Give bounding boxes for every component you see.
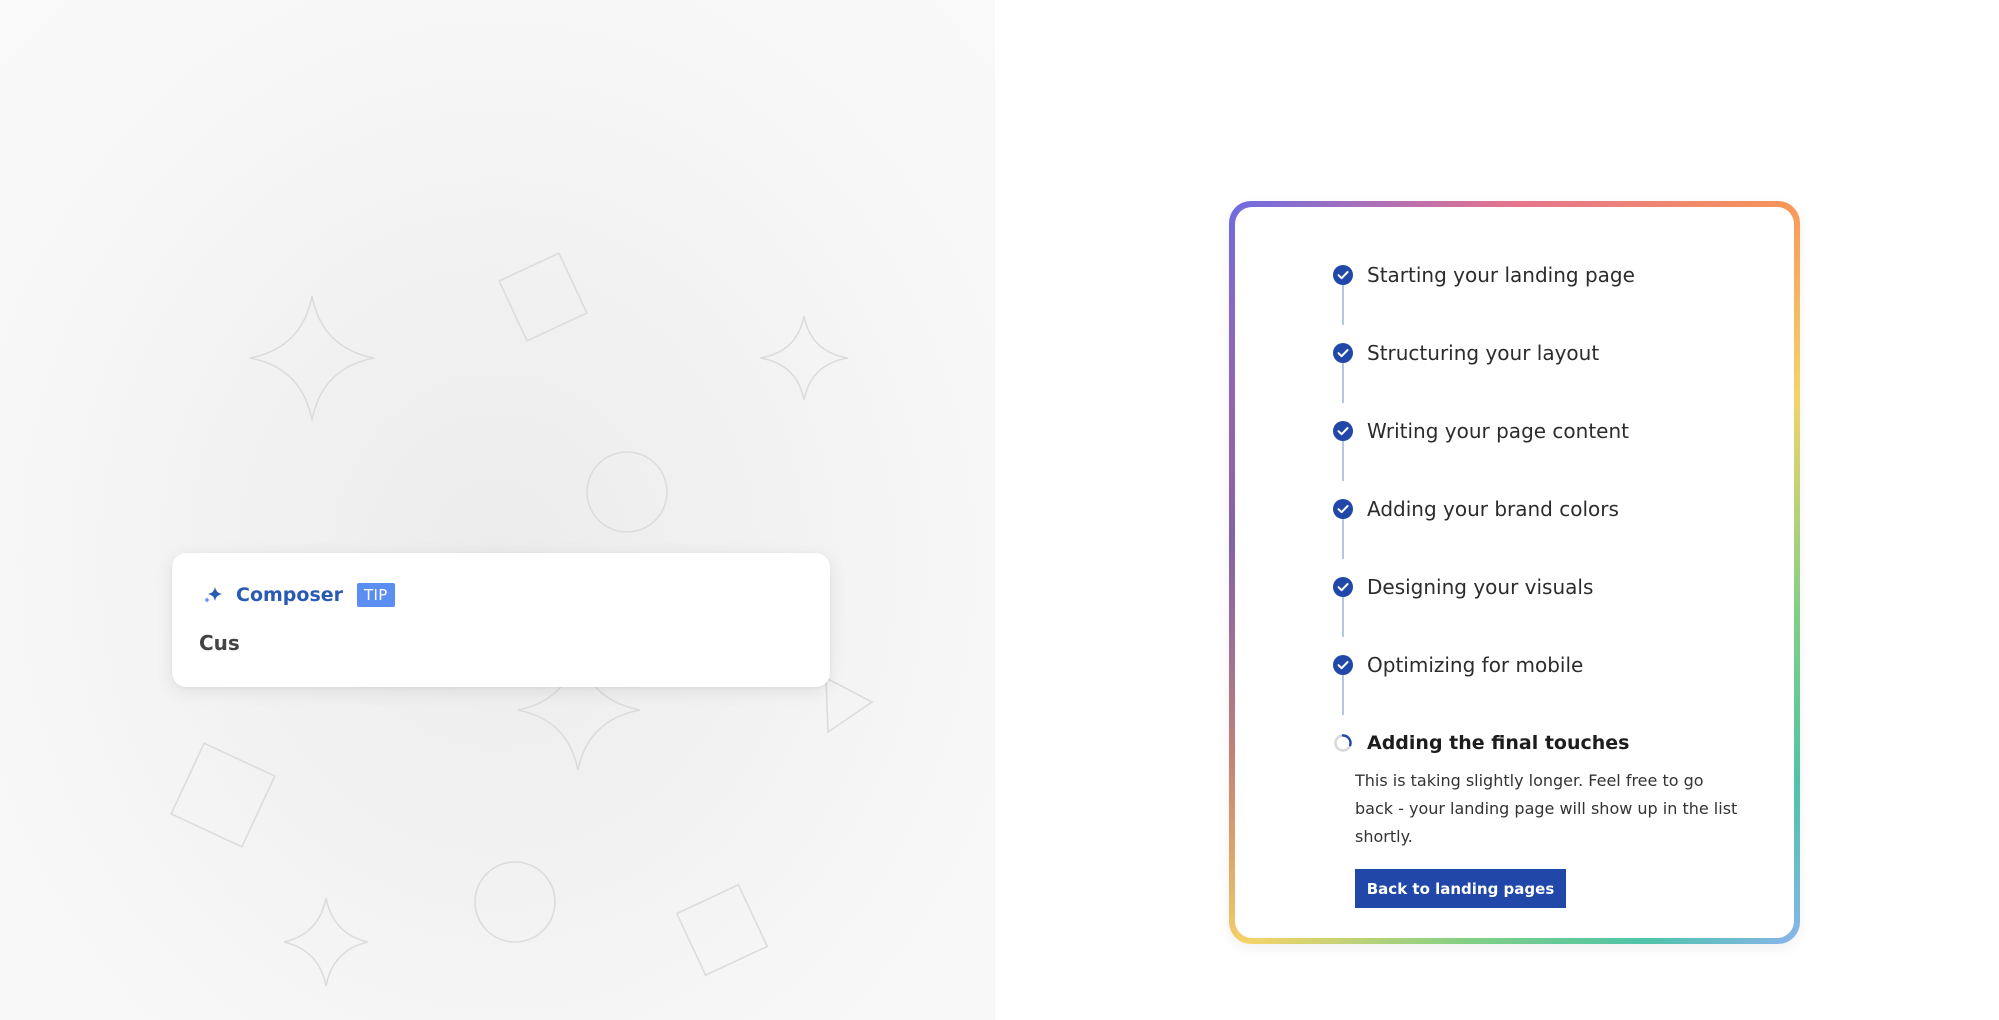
check-circle-icon — [1333, 577, 1353, 597]
progress-step-current: Adding the final touches — [1333, 731, 1629, 755]
circle-shape — [474, 861, 556, 943]
delay-notice: This is taking slightly longer. Feel fre… — [1355, 771, 1738, 846]
tip-header: Composer TIP — [202, 583, 395, 607]
triangle-shape — [825, 676, 874, 734]
check-circle-icon — [1333, 343, 1353, 363]
composer-tip-card: Composer TIP Cus — [172, 553, 830, 687]
loading-spinner-icon — [1333, 733, 1353, 753]
check-circle-icon — [1333, 655, 1353, 675]
square-shape — [675, 883, 769, 977]
step-connector — [1342, 363, 1344, 403]
decorative-shapes — [170, 252, 874, 987]
composer-label: Composer — [236, 584, 344, 606]
check-circle-icon — [1333, 499, 1353, 519]
progress-step: Adding your brand colors — [1333, 497, 1619, 521]
star-shape — [759, 315, 849, 401]
step-label: Adding your brand colors — [1367, 497, 1619, 521]
circle-shape — [586, 451, 668, 533]
step-label: Designing your visuals — [1367, 575, 1594, 599]
step-label: Starting your landing page — [1367, 263, 1635, 287]
star-shape — [283, 897, 369, 987]
step-connector — [1342, 519, 1344, 559]
square-shape — [498, 252, 588, 342]
check-circle-icon — [1333, 421, 1353, 441]
page: Composer TIP Cus Starting your landing p… — [0, 0, 1999, 1020]
progress-step: Designing your visuals — [1333, 575, 1593, 599]
tip-badge: TIP — [357, 583, 395, 607]
step-connector — [1342, 441, 1344, 481]
progress-card-body: Starting your landing page Structuring y… — [1235, 207, 1794, 938]
progress-step: Structuring your layout — [1333, 341, 1599, 365]
progress-step: Writing your page content — [1333, 419, 1629, 443]
progress-step: Starting your landing page — [1333, 263, 1635, 287]
back-to-landing-pages-button[interactable]: Back to landing pages — [1355, 869, 1566, 908]
step-label: Structuring your layout — [1367, 341, 1600, 365]
star-shape — [249, 295, 375, 421]
generation-progress-card: Starting your landing page Structuring y… — [1229, 201, 1800, 944]
check-circle-icon — [1333, 265, 1353, 285]
step-connector — [1342, 675, 1344, 715]
preview-panel: Composer TIP Cus — [0, 0, 995, 1020]
step-label: Adding the final touches — [1367, 732, 1630, 754]
progress-step: Optimizing for mobile — [1333, 653, 1583, 677]
tip-text: Cus — [199, 631, 240, 655]
sparkle-icon — [202, 584, 224, 606]
square-shape — [170, 742, 276, 848]
step-label: Optimizing for mobile — [1367, 653, 1584, 677]
step-connector — [1342, 285, 1344, 325]
step-connector — [1342, 597, 1344, 637]
step-label: Writing your page content — [1367, 419, 1629, 443]
